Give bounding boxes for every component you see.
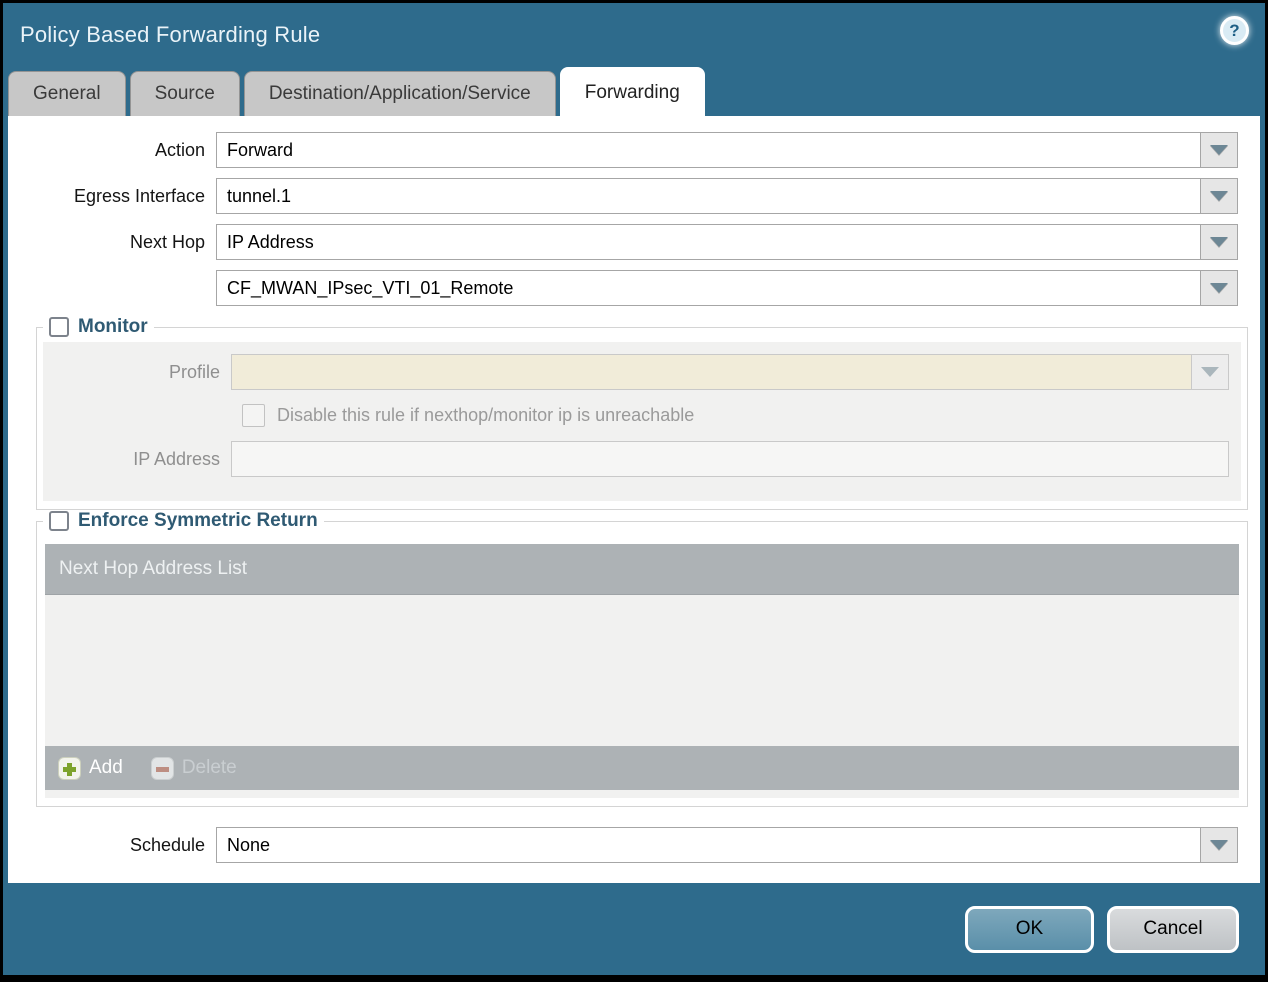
dialog-title: Policy Based Forwarding Rule	[20, 22, 321, 47]
action-row: Action Forward	[8, 132, 1238, 168]
delete-button-label: Delete	[181, 757, 237, 778]
monitor-ip-label: IP Address	[133, 448, 220, 469]
tab-general[interactable]: General	[8, 71, 126, 116]
monitor-group: Monitor Profile Disable this rule if nex…	[36, 316, 1248, 510]
chevron-down-icon	[1210, 237, 1228, 247]
next-hop-type-dropdown-button[interactable]	[1201, 224, 1238, 260]
disable-rule-row: Disable this rule if nexthop/monitor ip …	[242, 404, 1241, 427]
enforce-symmetric-return-checkbox[interactable]	[49, 511, 69, 531]
cancel-button[interactable]: Cancel	[1107, 905, 1239, 953]
chevron-down-icon	[1201, 367, 1219, 377]
schedule-label: Schedule	[129, 834, 205, 855]
pbf-rule-dialog: Policy Based Forwarding Rule ? General S…	[3, 3, 1265, 975]
next-hop-address-list-toolbar: Add Delete	[45, 746, 1239, 790]
next-hop-address-list-body[interactable]	[45, 595, 1239, 746]
profile-value	[231, 354, 1192, 390]
symmetric-return-legend-label: Enforce Symmetric Return	[78, 510, 318, 531]
egress-interface-row: Egress Interface tunnel.1	[8, 178, 1238, 214]
tab-source[interactable]: Source	[129, 71, 240, 116]
profile-dropdown-button	[1192, 354, 1229, 390]
disable-rule-checkbox	[242, 404, 265, 427]
profile-dropdown	[231, 354, 1229, 390]
egress-interface-label: Egress Interface	[73, 185, 205, 206]
ok-button[interactable]: OK	[965, 905, 1094, 953]
monitor-ip-row: IP Address	[43, 441, 1229, 477]
egress-interface-dropdown-button[interactable]	[1201, 178, 1238, 214]
chevron-down-icon	[1210, 840, 1228, 850]
egress-interface-dropdown[interactable]: tunnel.1	[216, 178, 1238, 214]
profile-label: Profile	[168, 361, 220, 382]
next-hop-row: Next Hop IP Address	[8, 224, 1238, 260]
schedule-row: Schedule None	[8, 827, 1238, 863]
help-icon[interactable]: ?	[1220, 16, 1249, 45]
action-label: Action	[154, 139, 205, 160]
symmetric-return-legend: Enforce Symmetric Return	[43, 510, 324, 532]
window-frame: Policy Based Forwarding Rule ? General S…	[0, 0, 1268, 982]
symmetric-return-group: Enforce Symmetric Return Next Hop Addres…	[36, 510, 1248, 807]
table-bottom-strip	[45, 790, 1239, 798]
minus-icon	[150, 756, 174, 780]
disable-rule-label: Disable this rule if nexthop/monitor ip …	[277, 405, 695, 425]
schedule-value[interactable]: None	[216, 827, 1201, 863]
monitor-panel: Profile Disable this rule if nexthop/mon…	[43, 342, 1241, 501]
next-hop-address-dropdown[interactable]: CF_MWAN_IPsec_VTI_01_Remote	[216, 270, 1238, 306]
next-hop-type-value[interactable]: IP Address	[216, 224, 1201, 260]
forwarding-tab-panel: Action Forward Egress Interface tunnel.1…	[8, 116, 1260, 883]
action-dropdown[interactable]: Forward	[216, 132, 1238, 168]
monitor-ip-input	[231, 441, 1229, 477]
next-hop-type-dropdown[interactable]: IP Address	[216, 224, 1238, 260]
plus-icon	[58, 756, 81, 780]
profile-row: Profile	[43, 354, 1229, 390]
tab-destination-application-service[interactable]: Destination/Application/Service	[243, 71, 556, 116]
chevron-down-icon	[1210, 145, 1228, 155]
action-value[interactable]: Forward	[216, 132, 1201, 168]
dialog-titlebar: Policy Based Forwarding Rule ?	[3, 3, 1265, 67]
tab-bar: General Source Destination/Application/S…	[3, 67, 1265, 116]
add-button[interactable]: Add	[58, 756, 123, 780]
next-hop-address-list-header: Next Hop Address List	[45, 544, 1239, 595]
next-hop-address-list-table: Next Hop Address List Add Delete	[45, 544, 1239, 798]
monitor-legend: Monitor	[43, 316, 154, 338]
delete-button[interactable]: Delete	[150, 756, 237, 780]
schedule-dropdown-button[interactable]	[1201, 827, 1238, 863]
tab-forwarding[interactable]: Forwarding	[559, 67, 705, 116]
monitor-checkbox[interactable]	[49, 317, 69, 337]
dialog-footer: OK Cancel	[3, 883, 1265, 975]
egress-interface-value[interactable]: tunnel.1	[216, 178, 1201, 214]
chevron-down-icon	[1210, 283, 1228, 293]
next-hop-address-value[interactable]: CF_MWAN_IPsec_VTI_01_Remote	[216, 270, 1201, 306]
monitor-legend-label: Monitor	[78, 316, 148, 337]
schedule-dropdown[interactable]: None	[216, 827, 1238, 863]
chevron-down-icon	[1210, 191, 1228, 201]
next-hop-address-dropdown-button[interactable]	[1201, 270, 1238, 306]
add-button-label: Add	[89, 757, 123, 778]
next-hop-label: Next Hop	[129, 231, 205, 252]
next-hop-address-row: CF_MWAN_IPsec_VTI_01_Remote	[8, 270, 1238, 306]
action-dropdown-button[interactable]	[1201, 132, 1238, 168]
